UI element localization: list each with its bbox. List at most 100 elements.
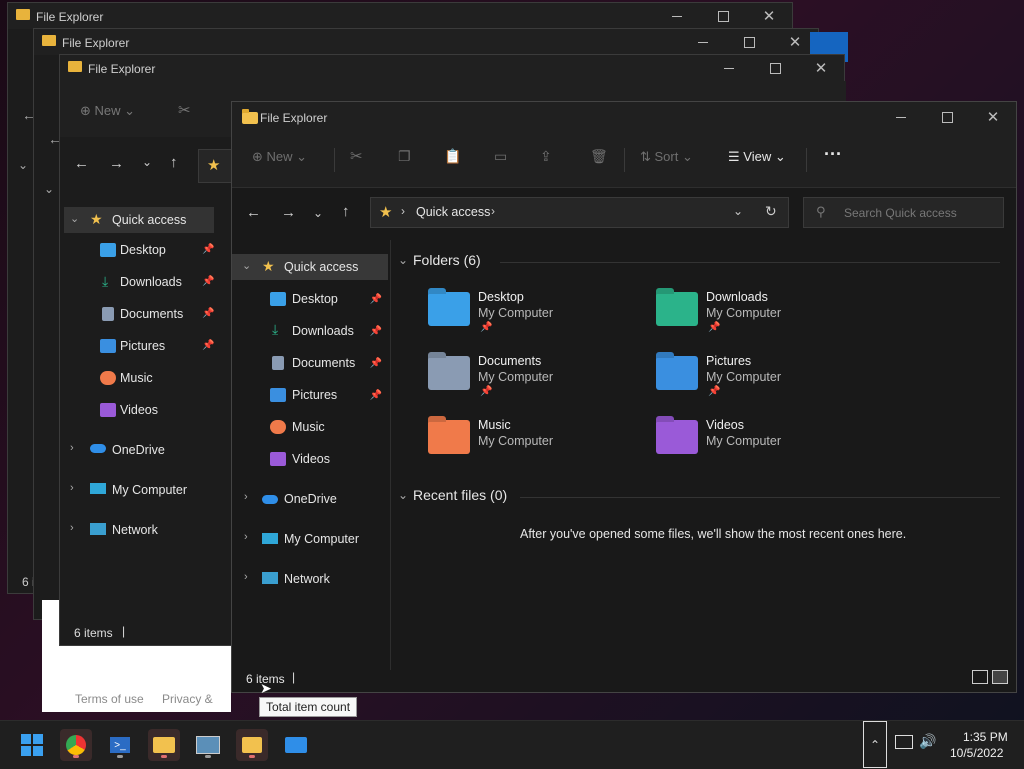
minimize-button[interactable]	[878, 102, 924, 132]
running-indicator	[117, 755, 123, 758]
more-options-icon[interactable]: ···	[824, 144, 842, 165]
folder-tile-music[interactable]: Music My Computer	[428, 418, 648, 476]
sidebar-item-onedrive[interactable]: › OneDrive	[232, 486, 388, 512]
chrome-logo	[66, 735, 86, 755]
paste-icon[interactable]: 📋	[444, 148, 461, 165]
close-button[interactable]: ✕	[798, 55, 844, 81]
forward-arrow-icon[interactable]: →	[281, 204, 296, 221]
recent-chevron-icon[interactable]: ⌄	[142, 155, 152, 169]
pin-icon[interactable]: 📌	[202, 308, 214, 319]
sidebar-item-documents[interactable]: Documents 📌	[232, 350, 388, 376]
refresh-icon[interactable]: ↻	[765, 203, 777, 220]
breadcrumb-chevron-icon[interactable]: ›	[491, 204, 495, 218]
search-icon: ⚲	[816, 204, 826, 219]
address-bar[interactable]: ★ › Quick access › ⌄ ↻	[370, 197, 789, 228]
folder-tile-desktop[interactable]: Desktop My Computer 📌	[428, 290, 648, 348]
file-explorer-user-icon[interactable]	[236, 729, 268, 761]
sidebar-item-my-computer[interactable]: › My Computer	[232, 526, 388, 552]
pin-icon[interactable]: 📌	[370, 390, 382, 401]
chevron-down-icon[interactable]: ⌄	[44, 182, 54, 196]
rename-icon[interactable]: ▭	[494, 148, 507, 165]
pin-icon[interactable]: 📌	[370, 294, 382, 305]
minimize-button[interactable]	[654, 3, 700, 29]
powershell-icon[interactable]: >_	[104, 729, 136, 761]
collapse-folders-icon[interactable]: ⌄	[398, 253, 408, 267]
sort-button[interactable]: ⇅ Sort ⌄	[640, 149, 693, 165]
chevron-right-icon[interactable]: ›	[70, 482, 74, 494]
new-button[interactable]: ⊕ New ⌄	[80, 103, 135, 119]
back-arrow-icon[interactable]: ←	[246, 204, 261, 221]
up-arrow-icon[interactable]: ↑	[342, 203, 350, 220]
minimize-button[interactable]	[706, 55, 752, 81]
volume-icon[interactable]: 🔊	[919, 733, 936, 750]
cut-icon[interactable]: ✂	[178, 101, 191, 119]
sidebar-label: Desktop	[120, 243, 166, 257]
chevron-right-icon[interactable]: ›	[70, 442, 74, 454]
sidebar-item-pictures[interactable]: Pictures 📌	[232, 382, 388, 408]
folder-tile-videos[interactable]: Videos My Computer	[656, 418, 876, 476]
chevron-right-icon[interactable]: ›	[244, 571, 248, 583]
cut-icon[interactable]: ✂	[350, 147, 363, 165]
maximize-button[interactable]	[726, 29, 772, 55]
sidebar-item-network[interactable]: › Network	[232, 566, 388, 592]
folder-tile-documents[interactable]: Documents My Computer 📌	[428, 354, 648, 412]
sidebar-item-quick-access[interactable]: ⌄ ★ Quick access	[64, 207, 214, 233]
windows-start-icon[interactable]	[16, 729, 48, 761]
chevron-right-icon[interactable]: ›	[244, 491, 248, 503]
minimize-button[interactable]	[680, 29, 726, 55]
close-button[interactable]: ✕	[970, 102, 1016, 132]
pin-icon[interactable]: 📌	[370, 326, 382, 337]
folder-tile-downloads[interactable]: Downloads My Computer 📌	[656, 290, 876, 348]
breadcrumb[interactable]: Quick access	[416, 205, 490, 219]
privacy-link[interactable]: Privacy &	[162, 692, 213, 706]
document-icon	[272, 356, 284, 370]
forward-arrow-icon[interactable]: →	[109, 155, 124, 172]
view-button[interactable]: ☰ View ⌄	[728, 149, 786, 165]
pin-icon[interactable]: 📌	[202, 276, 214, 287]
search-input[interactable]: ⚲ Search Quick access	[803, 197, 1004, 228]
share-icon[interactable]: ⇪	[540, 148, 552, 165]
terms-link[interactable]: Terms of use	[75, 692, 144, 706]
chevron-down-icon[interactable]: ⌄	[70, 212, 79, 225]
resource-monitor-icon[interactable]	[192, 729, 224, 761]
clock-date[interactable]: 10/5/2022	[950, 746, 1003, 760]
chevron-right-icon[interactable]: ›	[244, 531, 248, 543]
up-arrow-icon[interactable]: ↑	[170, 154, 178, 171]
mail-icon[interactable]	[280, 729, 312, 761]
chrome-icon[interactable]	[60, 729, 92, 761]
details-view-icon[interactable]	[972, 670, 988, 684]
network-status-icon[interactable]	[895, 735, 913, 749]
delete-icon[interactable]: 🗑	[590, 148, 608, 165]
sidebar-item-downloads[interactable]: ⤓ Downloads 📌	[232, 318, 388, 344]
show-hidden-icons-button[interactable]: ⌃	[863, 721, 887, 768]
close-button[interactable]: ✕	[746, 3, 792, 29]
maximize-button[interactable]	[700, 3, 746, 29]
recent-locations-chevron-icon[interactable]: ⌄	[313, 206, 323, 220]
sidebar-item-quick-access[interactable]: ⌄ ★ Quick access	[232, 254, 388, 280]
sidebar-item-videos[interactable]: Videos	[232, 446, 388, 472]
folder-name: Downloads	[706, 290, 768, 304]
tiles-view-icon[interactable]	[992, 670, 1008, 684]
new-button[interactable]: ⊕ New ⌄	[252, 149, 307, 165]
pin-icon[interactable]: 📌	[202, 244, 214, 255]
copy-icon[interactable]: ❐	[398, 148, 411, 165]
collapse-recent-icon[interactable]: ⌄	[398, 488, 408, 502]
clock-time[interactable]: 1:35 PM	[963, 730, 1008, 744]
folder-location: My Computer	[478, 370, 554, 384]
sidebar-item-music[interactable]: Music	[232, 414, 388, 440]
network-icon	[262, 572, 278, 584]
maximize-button[interactable]	[924, 102, 970, 132]
pin-icon[interactable]: 📌	[202, 340, 214, 351]
sidebar-item-desktop[interactable]: Desktop 📌	[232, 286, 388, 312]
chevron-right-icon[interactable]: ›	[70, 522, 74, 534]
address-dropdown-icon[interactable]: ⌄	[733, 204, 743, 218]
pin-icon[interactable]: 📌	[370, 358, 382, 369]
folder-tile-pictures[interactable]: Pictures My Computer 📌	[656, 354, 876, 412]
sidebar-label: Network	[112, 523, 158, 537]
maximize-button[interactable]	[752, 55, 798, 81]
chevron-down-icon[interactable]: ⌄	[18, 158, 28, 172]
chevron-down-icon[interactable]: ⌄	[242, 259, 251, 272]
file-explorer-window[interactable]: File Explorer ✕ ⊕ New ⌄ ✂ ❐ 📋 ▭ ⇪ 🗑 ⇅ So…	[231, 101, 1017, 693]
back-arrow-icon[interactable]: ←	[74, 155, 89, 172]
file-explorer-icon[interactable]	[148, 729, 180, 761]
